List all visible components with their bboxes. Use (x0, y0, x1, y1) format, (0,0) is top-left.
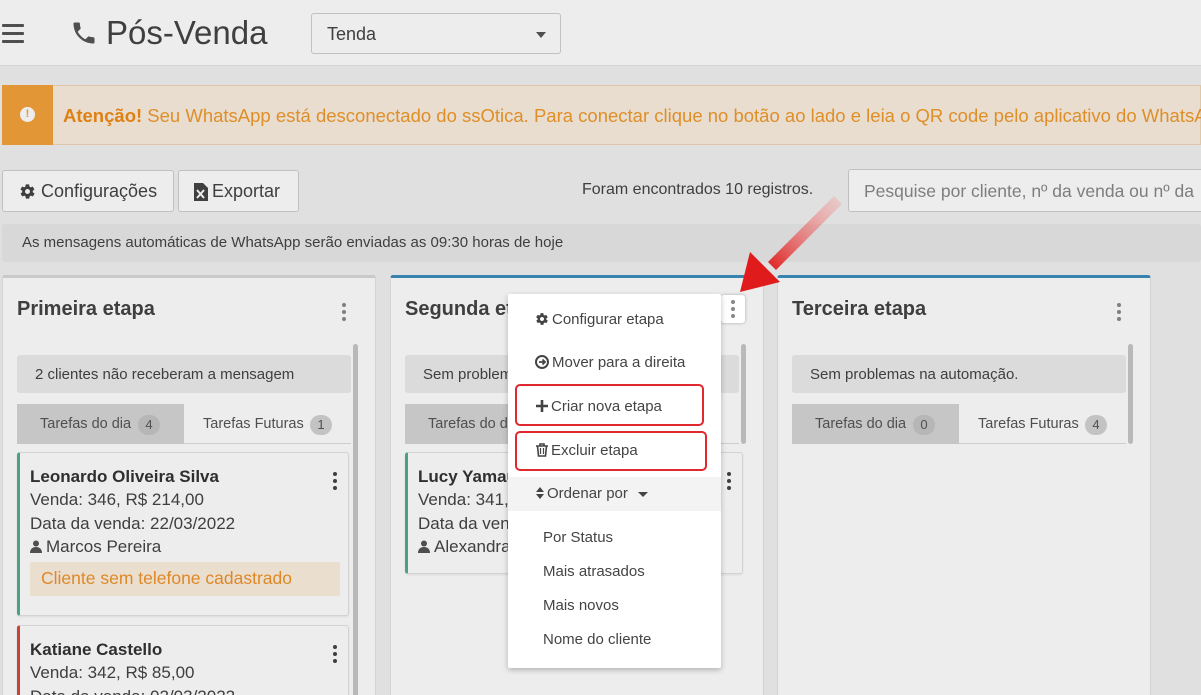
highlight-create-stage (515, 384, 704, 426)
auto-message-text: As mensagens automáticas de WhatsApp ser… (22, 234, 564, 251)
sort-option-label: Nome do cliente (543, 631, 652, 648)
stage-tabs: Tarefas do dia 4 Tarefas Futuras 1 (17, 404, 351, 444)
count-badge: 1 (310, 415, 332, 435)
warning-box: Cliente sem telefone cadastrado (30, 562, 340, 596)
count-badge: 4 (138, 415, 160, 435)
menu-label: Configurar etapa (552, 311, 664, 328)
stage-tabs: Tarefas do dia 0 Tarefas Futuras 4 (792, 404, 1126, 444)
tab-label: Tarefas do dia (40, 416, 132, 432)
excel-file-icon (194, 183, 208, 201)
sort-option-label: Mais novos (543, 597, 619, 614)
task-card[interactable]: Katiane Castello Venda: 342, R$ 85,00 Da… (17, 625, 349, 695)
card-menu-icon[interactable] (332, 645, 338, 665)
tab-label: Tarefas Futuras (203, 416, 304, 432)
client-name: Katiane Castello (30, 640, 163, 659)
tab-tarefas-futuras[interactable]: Tarefas Futuras 1 (184, 404, 351, 444)
sale-date: Data da venda: 22/03/2022 (30, 514, 236, 533)
search-placeholder: Pesquise por cliente, nº da venda ou nº … (864, 181, 1194, 201)
tab-tarefas-do-dia[interactable]: Tarefas do dia 0 (792, 404, 959, 444)
stage-status-text: Sem problem (423, 366, 513, 383)
seller-line: Alexandra (418, 537, 511, 557)
export-label: Exportar (212, 181, 281, 201)
configurations-button[interactable]: Configurações (2, 170, 174, 212)
menu-label: Ordenar por (547, 485, 628, 502)
alert-icon-box: ! (2, 85, 53, 145)
gear-icon (536, 313, 548, 325)
export-button[interactable]: Exportar (178, 170, 299, 212)
client-name: Lucy Yamau (418, 467, 517, 486)
count-badge: 0 (913, 415, 935, 435)
tab-label: Tarefas do d (428, 416, 508, 432)
task-card[interactable]: Leonardo Oliveira Silva Venda: 346, R$ 2… (17, 452, 349, 616)
tab-tarefas-do-dia[interactable]: Tarefas do dia 4 (17, 404, 184, 444)
store-select-value: Tenda (327, 24, 377, 44)
card-menu-icon[interactable] (332, 472, 338, 492)
tab-label: Tarefas Futuras (978, 416, 1079, 432)
stage-menu-icon[interactable] (1116, 303, 1122, 323)
user-icon (418, 540, 430, 553)
annotation-arrow-icon (740, 196, 842, 292)
alert-text: Atenção! Seu WhatsApp está desconectado … (63, 105, 1201, 127)
sort-option-status[interactable]: Por Status (508, 521, 721, 555)
menu-label: Mover para a direita (552, 354, 686, 371)
scrollbar[interactable] (353, 344, 358, 695)
caret-down-icon (638, 492, 648, 497)
stage-title: Primeira etapa (17, 298, 155, 320)
sort-option-newest[interactable]: Mais novos (508, 589, 721, 623)
stage-column-primeira: Primeira etapa 2 clientes não receberam … (2, 275, 376, 695)
kebab-icon (730, 300, 736, 320)
menu-configure-stage[interactable]: Configurar etapa (508, 303, 721, 337)
seller-name: Marcos Pereira (46, 537, 162, 556)
menu-move-right[interactable]: Mover para a direita (508, 346, 721, 380)
sort-icon (536, 487, 544, 499)
sort-option-label: Mais atrasados (543, 563, 645, 580)
count-badge: 4 (1085, 415, 1107, 435)
top-header: Pós-Venda Tenda (0, 0, 1201, 66)
stage-column-terceira: Terceira etapa Sem problemas na automaçã… (777, 275, 1151, 695)
tab-tarefas-futuras[interactable]: Tarefas Futuras 4 (959, 404, 1126, 444)
hamburger-menu-icon[interactable] (2, 24, 24, 44)
seller-name: Alexandra (434, 537, 511, 556)
chevron-down-icon (536, 32, 546, 38)
highlight-delete-stage (515, 431, 707, 471)
stage-status: Sem problemas na automação. (792, 355, 1126, 393)
sort-option-client-name[interactable]: Nome do cliente (508, 623, 721, 657)
client-name: Leonardo Oliveira Silva (30, 467, 219, 486)
alert-strong: Atenção! (63, 105, 143, 126)
search-input[interactable]: Pesquise por cliente, nº da venda ou nº … (848, 169, 1201, 212)
exclamation-icon: ! (20, 107, 35, 122)
sort-option-most-late[interactable]: Mais atrasados (508, 555, 721, 589)
scrollbar[interactable] (1128, 344, 1133, 444)
stage-status-text: 2 clientes não receberam a mensagem (35, 366, 295, 383)
sale-date: Data da ven (418, 514, 510, 533)
stage-status-text: Sem problemas na automação. (810, 366, 1019, 383)
store-select[interactable]: Tenda (311, 13, 561, 54)
tab-label: Tarefas do dia (815, 416, 907, 432)
sale-info: Venda: 341, (418, 490, 509, 509)
stage-title: Segunda et (405, 298, 513, 320)
stage-dropdown-menu: Configurar etapa Mover para a direita Cr… (508, 294, 721, 668)
whatsapp-alert: ! Atenção! Seu WhatsApp está desconectad… (2, 85, 1201, 145)
sale-info: Venda: 346, R$ 214,00 (30, 490, 204, 509)
sale-date: Data da venda: 02/03/2022 (30, 687, 235, 695)
scrollbar[interactable] (741, 344, 746, 444)
menu-sort-by[interactable]: Ordenar por (508, 477, 721, 511)
warning-text: Cliente sem telefone cadastrado (41, 568, 292, 588)
gear-icon (20, 184, 35, 199)
alert-message: Seu WhatsApp está desconectado do ssOtic… (142, 105, 1201, 126)
arrow-circle-right-icon (535, 355, 549, 369)
auto-message-info: As mensagens automáticas de WhatsApp ser… (2, 224, 1201, 262)
stage-title: Terceira etapa (792, 298, 927, 320)
sale-info: Venda: 342, R$ 85,00 (30, 663, 195, 682)
user-icon (30, 540, 42, 553)
stage-menu-icon[interactable] (341, 303, 347, 323)
sort-option-label: Por Status (543, 529, 614, 546)
page-title: Pós-Venda (106, 14, 268, 51)
phone-icon (73, 22, 95, 44)
stage-status: 2 clientes não receberam a mensagem (17, 355, 351, 393)
configurations-label: Configurações (41, 181, 158, 201)
seller-line: Marcos Pereira (30, 537, 161, 557)
card-menu-icon[interactable] (726, 472, 732, 492)
